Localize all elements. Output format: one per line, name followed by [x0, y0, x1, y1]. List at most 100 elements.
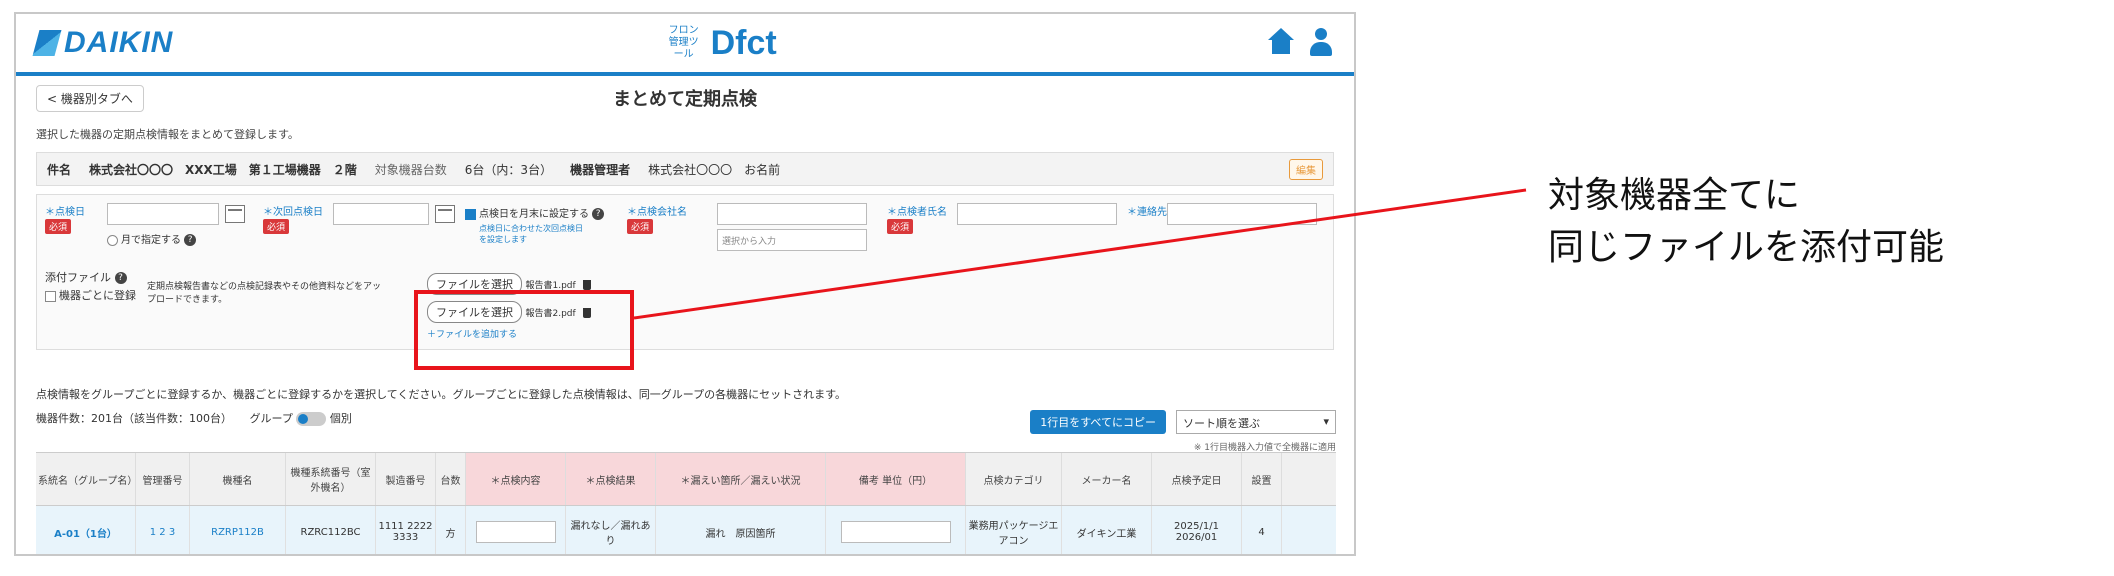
th-inspection-result: ＊点検結果 [566, 453, 656, 505]
attachment-help-icon[interactable]: ? [114, 272, 127, 284]
per-device-label: 機器ごとに登録 [59, 289, 136, 302]
company-label: ＊点検会社名 [627, 207, 687, 218]
back-button[interactable]: < 機器別タブへ [36, 84, 144, 112]
td-system: A-01（1台） [36, 506, 136, 554]
company-required-badge: 必須 [627, 219, 654, 234]
app-header: DAIKIN フロン管理ツール Dfct [16, 14, 1354, 76]
th-leak: ＊漏えい箇所／漏えい状況 [656, 453, 826, 505]
app-window: DAIKIN フロン管理ツール Dfct < 機器別タブへ まとめて定期点検 選… [14, 12, 1356, 556]
contact-input[interactable] [1167, 203, 1317, 225]
th-maker: メーカー名 [1062, 453, 1152, 505]
attachment-highlight-box [414, 290, 634, 370]
home-icon[interactable] [1267, 28, 1294, 58]
month-end-checkbox[interactable] [465, 208, 476, 220]
inspector-input[interactable] [957, 203, 1117, 225]
annotation-line-1: 対象機器全てに [1548, 175, 1801, 216]
td-maker: ダイキン工業 [1062, 506, 1152, 554]
brand-name: Dfct [710, 23, 777, 62]
header-icons [1267, 28, 1334, 58]
month-end-help-icon[interactable]: ? [592, 208, 605, 220]
trash-icon[interactable] [583, 280, 592, 290]
calendar-icon[interactable] [225, 205, 245, 223]
inspector-label: ＊点検者氏名 [887, 207, 947, 218]
subbar: < 機器別タブへ まとめて定期点検 [16, 76, 1354, 120]
group-toggle-label: グループ [249, 412, 293, 425]
annotation-text: 対象機器全てに 同じファイルを添付可能 [1548, 170, 1944, 274]
th-model-system: 機種系統番号（室外機名） [286, 453, 376, 505]
summary-name-label: 件名 [47, 162, 72, 177]
single-toggle-label: 個別 [329, 412, 352, 425]
month-end-option: 点検日を月末に設定する ? [465, 205, 605, 220]
inspection-form: ＊点検日 必須 月で指定する ? ＊次回点検日 必須 点検日を月末に設定する ?… [36, 194, 1334, 350]
date-label: ＊点検日 [45, 207, 85, 218]
table-row: A-01（1台） 1 2 3 RZRP112B RZRC112BC 1111 2… [36, 506, 1336, 554]
td-inspection-content [466, 506, 566, 554]
summary-bar: 件名 株式会社〇〇〇 XXX工場 第１工場機器 ２階 対象機器台数 6台（内：3… [36, 152, 1334, 186]
month-end-hint[interactable]: 点検日に合わせた次回点検日を設定します [479, 223, 589, 245]
td-scheduled-date: 2025/1/1 2026/01 [1152, 506, 1242, 554]
td-remarks [826, 506, 966, 554]
daikin-logo[interactable]: DAIKIN [32, 26, 174, 60]
remarks-input[interactable] [840, 521, 951, 543]
td-serial: 1111 2222 3333 [376, 506, 436, 554]
th-model[interactable]: 機種名 [190, 453, 286, 505]
device-table: 系統名（グループ名） 管理番号 機種名 機種系統番号（室外機名） 製造番号 台数… [36, 452, 1336, 554]
date-input[interactable] [107, 203, 219, 225]
page-title: まとめて定期点検 [613, 89, 757, 110]
daikin-mark-icon [32, 30, 62, 56]
table-header: 系統名（グループ名） 管理番号 機種名 機種系統番号（室外機名） 製造番号 台数… [36, 452, 1336, 506]
attachment-description: 定期点検報告書などの点検記録表やその他資料などをアップロードできます。 [147, 282, 382, 305]
td-install: 4 [1242, 506, 1282, 554]
device-count: 機器件数：201台（該当件数：100台） [36, 412, 232, 425]
th-serial: 製造番号 [376, 453, 436, 505]
month-radio[interactable] [107, 234, 118, 246]
annotation-line-2: 同じファイルを添付可能 [1548, 227, 1945, 268]
table-toolbar: 機器件数：201台（該当件数：100台） グループ 個別 1行目をすべてにコピー… [36, 410, 1336, 453]
th-system: 系統名（グループ名） [36, 453, 137, 505]
page-description: 選択した機器の定期点検情報をまとめて登録します。 [36, 128, 299, 141]
company-input[interactable] [717, 203, 867, 225]
copy-first-row-button[interactable]: 1行目をすべてにコピー [1030, 410, 1166, 434]
per-device-checkbox[interactable] [45, 290, 56, 302]
per-device-option: 機器ごとに登録 [45, 287, 136, 303]
company-select[interactable]: 選択から入力 [717, 229, 867, 251]
next-date-label: ＊次回点検日 [263, 207, 323, 218]
edit-button[interactable]: 編集 [1289, 158, 1323, 180]
group-toggle[interactable] [296, 412, 327, 426]
td-category: 業務用パッケージエアコン [966, 506, 1062, 554]
brand-subtitle: フロン管理ツール [668, 25, 699, 60]
td-model[interactable]: RZRP112B [190, 506, 286, 554]
td-units: 方 [436, 506, 466, 554]
next-calendar-icon[interactable] [435, 205, 455, 223]
attachment-label: 添付ファイル ? [45, 269, 127, 285]
th-inspection-content: ＊点検内容 [466, 453, 566, 505]
th-units: 台数 [436, 453, 466, 505]
logo-text: DAIKIN [64, 26, 174, 59]
th-mgmt-no: 管理番号 [136, 453, 190, 505]
month-option-label: 月で指定する [121, 235, 181, 246]
td-model-system: RZRC112BC [286, 506, 376, 554]
contact-label: ＊連絡先 [1127, 207, 1167, 218]
sort-select[interactable]: ソート順を選ぶ ▾ [1176, 410, 1336, 434]
group-note: 点検情報をグループごとに登録するか、機器ごとに登録するかを選択してください。グル… [36, 388, 847, 401]
date-required-badge: 必須 [45, 219, 72, 234]
next-date-input[interactable] [333, 203, 429, 225]
sort-select-value: ソート順を選ぶ [1183, 417, 1260, 430]
help-icon[interactable]: ? [184, 234, 197, 246]
summary-count-value: 6台（内：3台） [464, 162, 553, 177]
summary-manager-value: 株式会社〇〇〇 お名前 [648, 162, 781, 177]
td-inspection-result[interactable]: 漏れなし／漏れあり [566, 506, 656, 554]
inspector-required-badge: 必須 [887, 219, 914, 234]
attachment-label-text: 添付ファイル [45, 271, 111, 284]
td-mgmt-no[interactable]: 1 2 3 [136, 506, 190, 554]
month-end-label: 点検日を月末に設定する [479, 209, 589, 220]
inspection-content-input[interactable] [475, 521, 556, 543]
th-category: 点検カテゴリ [966, 453, 1062, 505]
td-leak[interactable]: 漏れ 原因箇所 [656, 506, 826, 554]
user-icon[interactable] [1308, 28, 1334, 58]
summary-count-label: 対象機器台数 [374, 162, 447, 177]
next-date-required-badge: 必須 [263, 219, 290, 234]
th-scheduled-date: 点検予定日 [1152, 453, 1242, 505]
app-brand: フロン管理ツール Dfct [665, 24, 777, 63]
th-remarks: 備考 単位（円） [826, 453, 966, 505]
